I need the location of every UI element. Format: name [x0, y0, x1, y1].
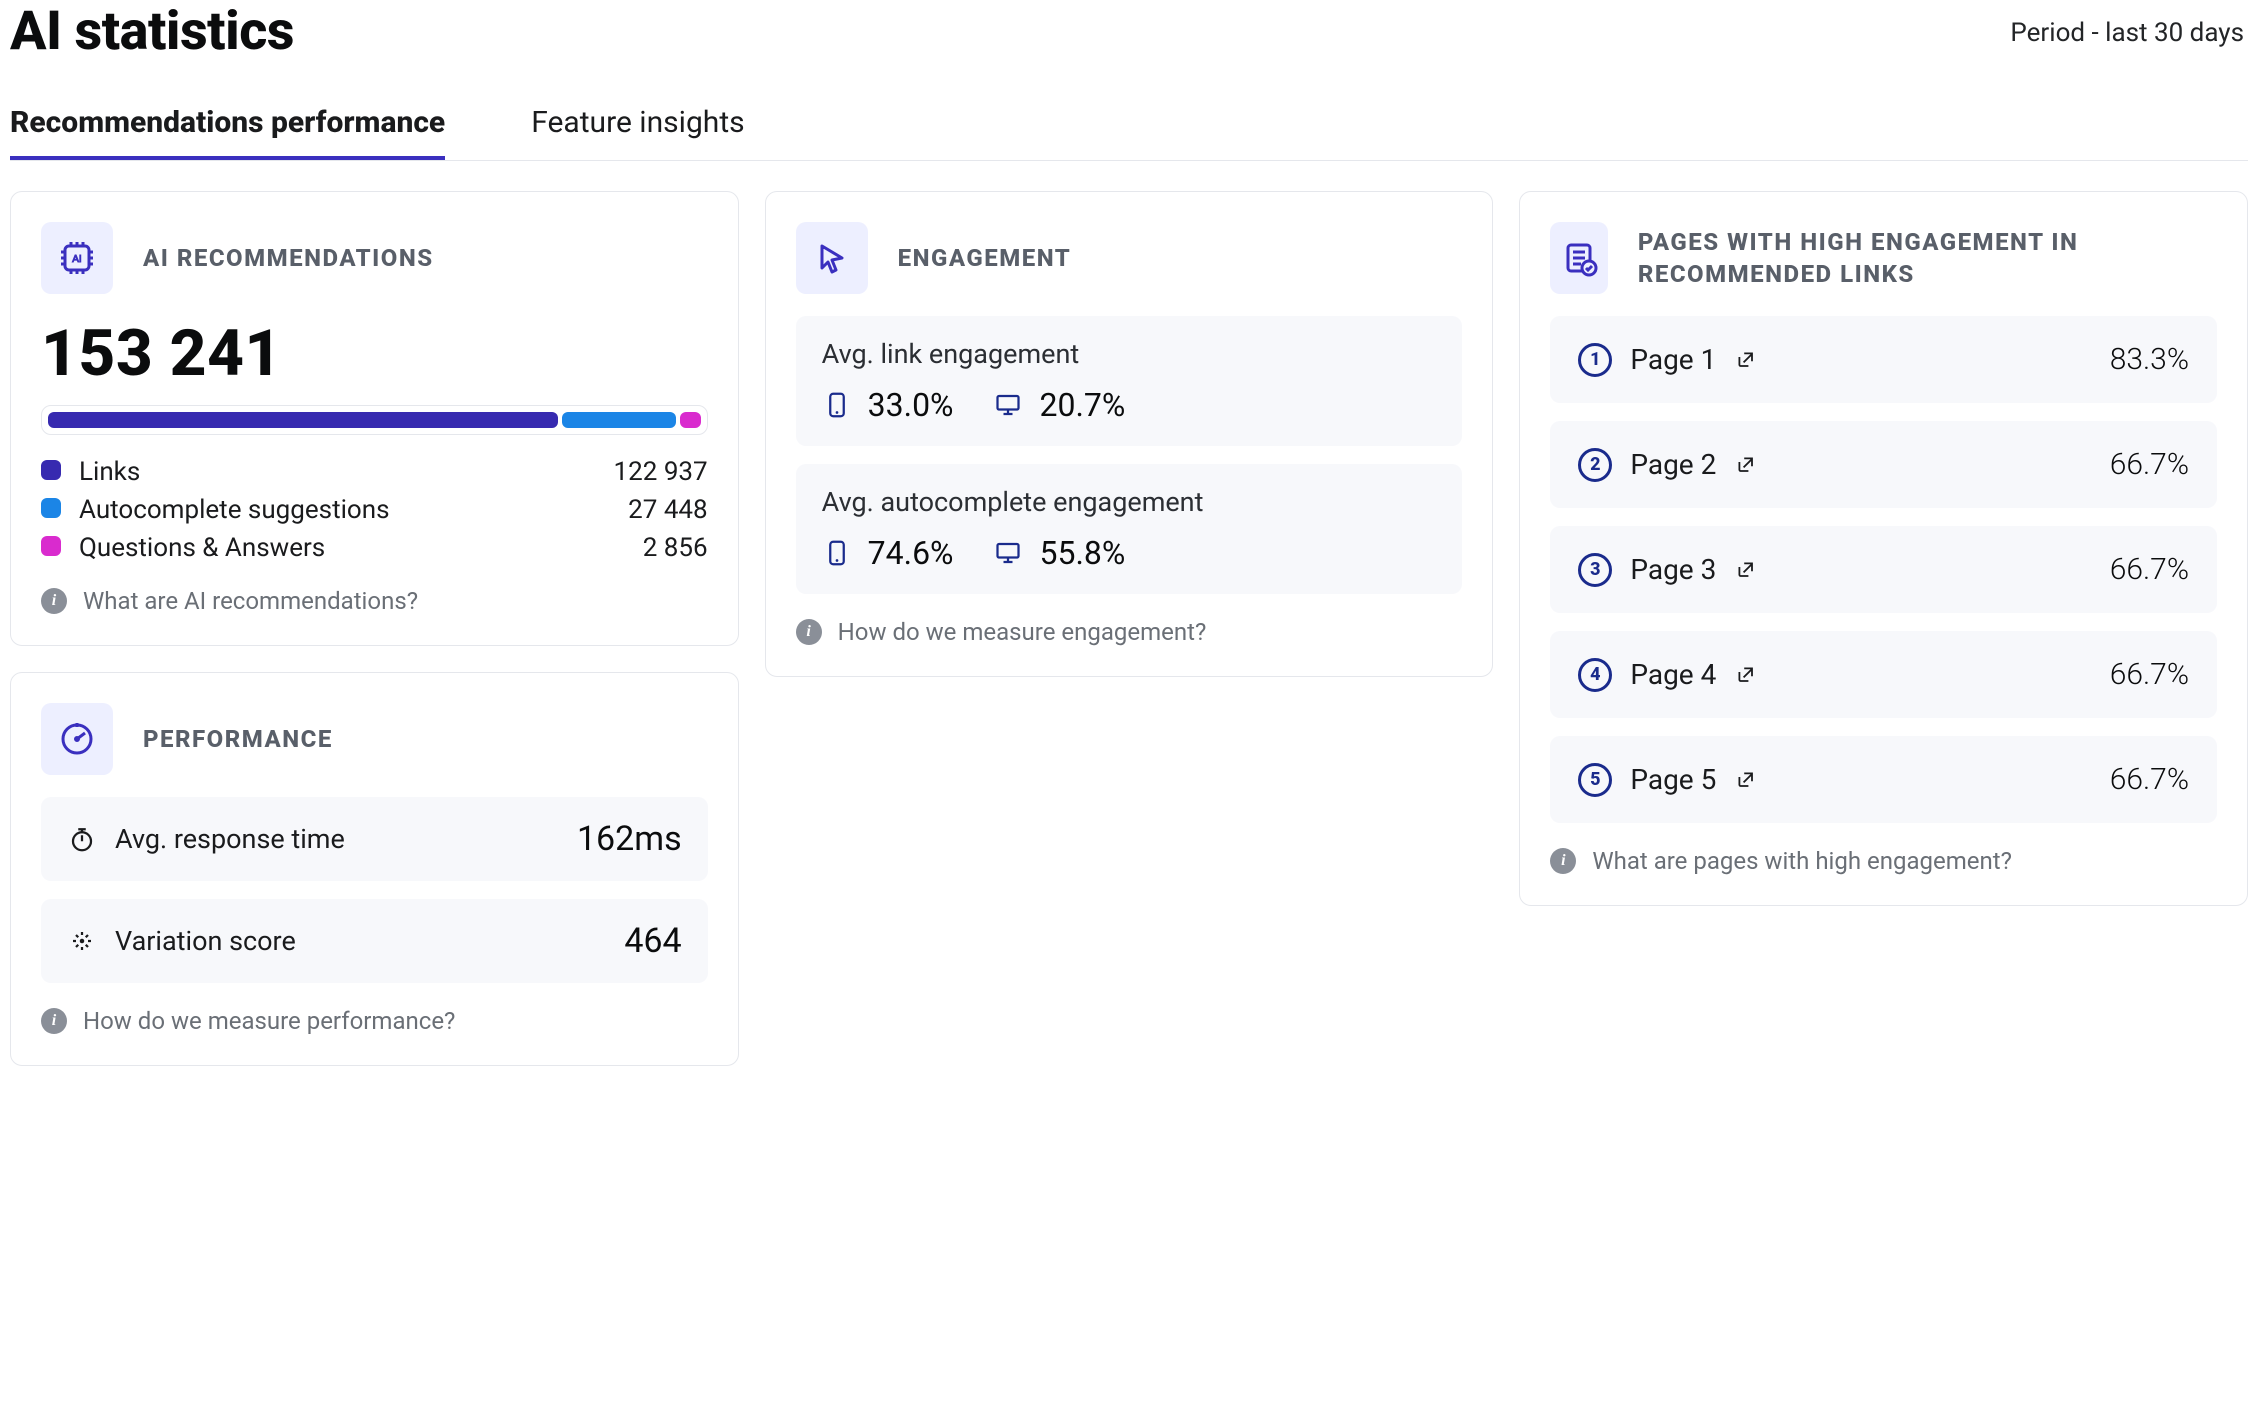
- response-time-value: 162ms: [577, 819, 682, 859]
- ai-recs-total: 153 241: [41, 316, 708, 391]
- page-pct: 66.7%: [2110, 657, 2189, 692]
- stopwatch-icon: [67, 824, 97, 854]
- page-pct: 66.7%: [2110, 447, 2189, 482]
- info-icon: i: [796, 619, 822, 645]
- page-name: Page 2: [1630, 448, 1716, 481]
- page-name: Page 5: [1630, 763, 1716, 796]
- metric-link-desktop: 20.7%: [993, 386, 1125, 424]
- autocomplete-engagement-mobile: 74.6%: [868, 534, 954, 572]
- metric-autocomplete-mobile: 74.6%: [822, 534, 954, 572]
- rank-badge: 1: [1578, 343, 1612, 377]
- segment-links: [48, 412, 558, 428]
- legend-label: Questions & Answers: [79, 533, 325, 563]
- legend-dot-autocomplete: [41, 498, 61, 518]
- info-icon: i: [1550, 848, 1576, 874]
- external-link-icon: [1734, 348, 1758, 372]
- page-name: Page 3: [1630, 553, 1716, 586]
- card-title: PAGES WITH HIGH ENGAGEMENT IN RECOMMENDE…: [1638, 226, 2217, 291]
- mobile-icon: [822, 390, 852, 420]
- page-row-1[interactable]: 1 Page 1 83.3%: [1550, 316, 2217, 403]
- gauge-icon: [41, 703, 113, 775]
- panel-variation-score: Variation score 464: [41, 899, 708, 983]
- help-text: What are AI recommendations?: [83, 587, 418, 615]
- help-pages[interactable]: i What are pages with high engagement?: [1550, 847, 2217, 875]
- help-ai-recommendations[interactable]: i What are AI recommendations?: [41, 587, 708, 615]
- legend-label: Links: [79, 457, 140, 487]
- segment-qa: [680, 412, 701, 428]
- card-title: AI RECOMMENDATIONS: [143, 242, 434, 274]
- desktop-icon: [993, 538, 1023, 568]
- card-ai-recommendations: AI RECOMMENDATIONS 153 241 Links 122 937…: [10, 191, 739, 646]
- help-text: What are pages with high engagement?: [1592, 847, 2012, 875]
- legend-value: 27 448: [628, 495, 708, 525]
- tab-feature-insights[interactable]: Feature insights: [531, 73, 744, 160]
- mobile-icon: [822, 538, 852, 568]
- page-pct: 66.7%: [2110, 762, 2189, 797]
- legend-dot-links: [41, 460, 61, 480]
- card-performance: PERFORMANCE Avg. response time 162ms Var…: [10, 672, 739, 1066]
- page-pct: 83.3%: [2110, 342, 2189, 377]
- external-link-icon: [1734, 663, 1758, 687]
- page-name: Page 1: [1630, 343, 1716, 376]
- rank-badge: 5: [1578, 763, 1612, 797]
- legend-dot-qa: [41, 536, 61, 556]
- help-text: How do we measure performance?: [83, 1007, 455, 1035]
- page-row-2[interactable]: 2 Page 2 66.7%: [1550, 421, 2217, 508]
- page-name: Page 4: [1630, 658, 1716, 691]
- external-link-icon: [1734, 558, 1758, 582]
- legend-label: Autocomplete suggestions: [79, 495, 390, 525]
- metric-link-mobile: 33.0%: [822, 386, 954, 424]
- info-icon: i: [41, 588, 67, 614]
- link-engagement-mobile: 33.0%: [868, 386, 954, 424]
- legend-row-links: Links 122 937: [41, 457, 708, 487]
- segment-autocomplete: [562, 412, 676, 428]
- help-engagement[interactable]: i How do we measure engagement?: [796, 618, 1463, 646]
- panel-title: Avg. link engagement: [822, 338, 1437, 370]
- tab-bar: Recommendations performance Feature insi…: [10, 73, 2248, 161]
- metric-label: Variation score: [115, 925, 296, 957]
- help-text: How do we measure engagement?: [838, 618, 1207, 646]
- ai-recs-breakdown-bar: [41, 405, 708, 435]
- variation-icon: [67, 926, 97, 956]
- external-link-icon: [1734, 768, 1758, 792]
- info-icon: i: [41, 1008, 67, 1034]
- legend-value: 2 856: [643, 533, 708, 563]
- page-title: AI statistics: [10, 0, 294, 63]
- legend-row-autocomplete: Autocomplete suggestions 27 448: [41, 495, 708, 525]
- document-check-icon: [1550, 222, 1608, 294]
- autocomplete-engagement-desktop: 55.8%: [1039, 534, 1125, 572]
- ai-recs-legend: Links 122 937 Autocomplete suggestions 2…: [41, 457, 708, 563]
- metric-autocomplete-desktop: 55.8%: [993, 534, 1125, 572]
- card-engagement: ENGAGEMENT Avg. link engagement 33.0% 20…: [765, 191, 1494, 677]
- period-label: Period - last 30 days: [2010, 18, 2244, 48]
- card-title: PERFORMANCE: [143, 723, 333, 755]
- variation-score-value: 464: [624, 921, 681, 961]
- page-row-5[interactable]: 5 Page 5 66.7%: [1550, 736, 2217, 823]
- chip-icon: [41, 222, 113, 294]
- legend-row-qa: Questions & Answers 2 856: [41, 533, 708, 563]
- metric-label: Avg. response time: [115, 823, 345, 855]
- legend-value: 122 937: [614, 457, 708, 487]
- card-pages-high-engagement: PAGES WITH HIGH ENGAGEMENT IN RECOMMENDE…: [1519, 191, 2248, 906]
- panel-title: Avg. autocomplete engagement: [822, 486, 1437, 518]
- help-performance[interactable]: i How do we measure performance?: [41, 1007, 708, 1035]
- desktop-icon: [993, 390, 1023, 420]
- rank-badge: 4: [1578, 658, 1612, 692]
- rank-badge: 2: [1578, 448, 1612, 482]
- page-row-3[interactable]: 3 Page 3 66.7%: [1550, 526, 2217, 613]
- panel-link-engagement: Avg. link engagement 33.0% 20.7%: [796, 316, 1463, 446]
- page-pct: 66.7%: [2110, 552, 2189, 587]
- tab-recommendations-performance[interactable]: Recommendations performance: [10, 73, 445, 160]
- external-link-icon: [1734, 453, 1758, 477]
- card-title: ENGAGEMENT: [898, 242, 1072, 274]
- link-engagement-desktop: 20.7%: [1039, 386, 1125, 424]
- cursor-icon: [796, 222, 868, 294]
- panel-autocomplete-engagement: Avg. autocomplete engagement 74.6% 55.8%: [796, 464, 1463, 594]
- rank-badge: 3: [1578, 553, 1612, 587]
- page-row-4[interactable]: 4 Page 4 66.7%: [1550, 631, 2217, 718]
- panel-response-time: Avg. response time 162ms: [41, 797, 708, 881]
